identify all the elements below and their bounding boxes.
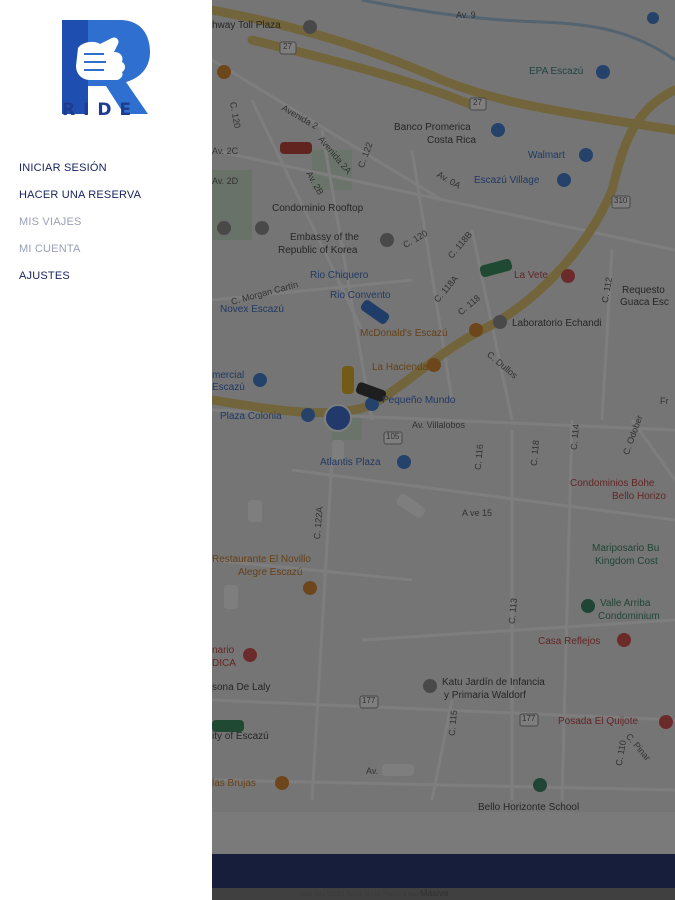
route-shield: 177 (522, 714, 536, 723)
place-label: Restaurante El Novillo (212, 554, 311, 565)
menu-item-settings[interactable]: AJUSTES (19, 263, 141, 290)
place-label: Walmart (528, 150, 565, 161)
main-menu: INICIAR SESIÓN HACER UNA RESERVA MIS VIA… (19, 155, 141, 290)
place-label: Valle Arriba (600, 598, 651, 609)
bottom-panel (212, 812, 675, 854)
place-label: Novex Escazú (220, 304, 284, 315)
route-shield: 177 (362, 696, 376, 705)
map-view[interactable]: hway Toll Plaza EPA Escazú Banco Promeri… (212, 0, 675, 900)
place-label: DICA (212, 658, 236, 669)
road-label: Av. (366, 766, 379, 776)
place-label: mercial (212, 370, 245, 381)
place-label: Bello Horizo (612, 491, 666, 502)
brand-name: RIDE (62, 100, 140, 120)
route-shield: 105 (386, 432, 400, 441)
place-label: las Brujas (212, 778, 256, 789)
place-label: Guaca Esc (620, 297, 669, 308)
place-label: y Primaria Waldorf (444, 690, 526, 701)
place-label: Pequeño Mundo (382, 395, 456, 406)
place-label: Requesto (622, 285, 665, 296)
place-label: Laboratorio Echandi (512, 318, 602, 329)
place-label: Condominium (598, 611, 660, 622)
place-label: ity of Escazú (212, 731, 269, 742)
menu-item-my-account[interactable]: MI CUENTA (19, 236, 141, 263)
road-label: A ve 15 (462, 508, 493, 518)
place-label: Katu Jardín de Infancia (442, 677, 545, 688)
place-label: Plaza Colonia (220, 411, 282, 422)
place-label: McDonald's Escazú (360, 328, 448, 339)
place-label: Condominios Bohe (570, 478, 655, 489)
place-label: sona De Laly (212, 682, 271, 693)
place-label: La Vete (514, 270, 548, 281)
route-shield: 27 (473, 98, 482, 107)
place-label: Escazú (212, 382, 245, 393)
place-label: Atlantis Plaza (320, 457, 381, 468)
user-location-dot (324, 404, 352, 432)
place-label: Alegre Escazú (238, 567, 303, 578)
menu-item-login[interactable]: INICIAR SESIÓN (19, 155, 141, 182)
map-attribution[interactable]: Map data ©2022 Terms of Use Report a map… (300, 892, 434, 898)
route-shield: 27 (283, 42, 292, 51)
road-label: Av. Villalobos (412, 420, 466, 430)
road-label: Av. 2D (212, 176, 239, 186)
route-shield: 310 (614, 196, 628, 205)
place-label: hway Toll Plaza (212, 20, 281, 31)
place-label: Embassy of the (290, 232, 359, 243)
place-label: Republic of Korea (278, 245, 358, 256)
bottom-action-bar[interactable] (212, 854, 675, 888)
menu-item-my-trips[interactable]: MIS VIAJES (19, 209, 141, 236)
road-label: Av. 2C (212, 146, 239, 156)
place-label: Condominio Rooftop (272, 203, 364, 214)
place-label: Costa Rica (427, 135, 476, 146)
road-label: Fr (660, 396, 669, 406)
road-label: Av. 9 (456, 10, 476, 20)
side-drawer: RIDE INICIAR SESIÓN HACER UNA RESERVA MI… (0, 0, 212, 900)
place-label: Casa Reflejos (538, 636, 601, 647)
place-label: Kingdom Cost (595, 556, 658, 567)
place-label: Escazú Village (474, 175, 540, 186)
place-label: Banco Promerica (394, 122, 471, 133)
place-label: nario (212, 645, 235, 656)
place-label: Rio Convento (330, 290, 391, 301)
place-label: Posada El Quijote (558, 716, 639, 727)
place-label: Rio Chiquero (310, 270, 369, 281)
menu-item-make-reservation[interactable]: HACER UNA RESERVA (19, 182, 141, 209)
place-label: Mariposario Bu (592, 543, 660, 554)
place-label: EPA Escazú (529, 66, 584, 77)
place-label: La Hacienda (372, 362, 429, 373)
